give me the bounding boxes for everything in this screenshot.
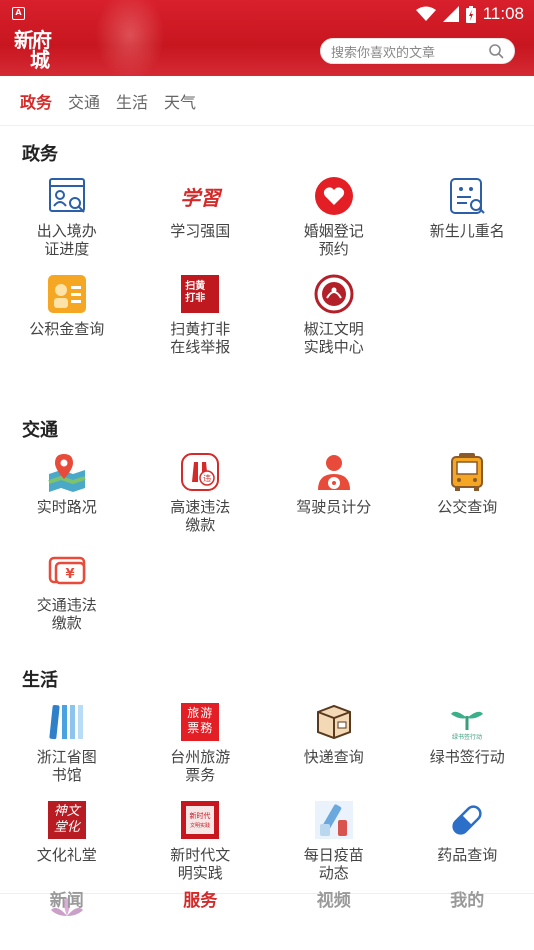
tab-shenghuo[interactable]: 生活 — [116, 89, 148, 113]
service-item-driver-score[interactable]: 驾驶员计分 — [267, 444, 401, 542]
service-label: 公交查询 — [437, 498, 498, 516]
service-label: 浙江省图 书馆 — [36, 748, 97, 784]
service-label: 新生儿重名 — [429, 222, 505, 240]
service-label: 实时路况 — [36, 498, 97, 516]
status-time: 11:08 — [482, 4, 524, 23]
package-icon — [314, 702, 354, 742]
search-placeholder: 搜索你喜欢的文章 — [331, 45, 436, 61]
service-item-vaccine[interactable]: 每日疫苗 动态 — [267, 792, 401, 890]
heart-icon — [314, 176, 354, 216]
library-icon — [47, 702, 87, 742]
culture-hall-icon: 神文 堂化 — [47, 800, 87, 840]
service-item-express[interactable]: 快递查询 — [267, 694, 401, 792]
document-search-icon — [47, 176, 87, 216]
tab-jiaotong[interactable]: 交通 — [68, 89, 100, 113]
service-label: 新时代文 明实践 — [170, 846, 231, 882]
app-header: A 11:08 新府 城 搜索你喜欢的文章 — [0, 0, 534, 76]
fund-icon — [47, 274, 87, 314]
name-search-icon — [447, 176, 487, 216]
svg-text:新时代: 新时代 — [190, 811, 211, 820]
service-label: 绿书签行动 — [429, 748, 505, 766]
svg-text:文明实践: 文明实践 — [190, 822, 210, 829]
nav-video[interactable]: 视频 — [267, 893, 401, 950]
battery-icon — [465, 5, 476, 23]
tab-zhengwu[interactable]: 政务 — [20, 89, 52, 113]
section-title: 生活 — [22, 670, 58, 691]
section-jiaotong: 交通 实时路况 违 高速违法 缴款 驾驶员计分 公交查询 ¥ 交通违法 缴款 — [0, 364, 534, 640]
section-zhengwu: 政务 出入境办 证进度 学習 学习强国 婚姻登记 预约 新生儿重名 公积金查询 … — [0, 127, 534, 364]
highway-icon: 违 — [180, 452, 220, 492]
search-icon[interactable] — [488, 43, 504, 59]
service-item-traffic-fine[interactable]: ¥ 交通违法 缴款 — [0, 542, 134, 640]
service-label: 公积金查询 — [29, 320, 105, 338]
service-item-highway[interactable]: 违 高速违法 缴款 — [134, 444, 268, 542]
service-item-report[interactable]: 扫黄 打非 扫黄打非 在线举报 — [134, 266, 268, 364]
status-bar: A 11:08 — [0, 0, 534, 28]
app-logo: 新府 城 — [14, 30, 58, 70]
tab-tianqi[interactable]: 天气 — [164, 89, 196, 113]
service-item-newborn-name[interactable]: 新生儿重名 — [401, 168, 534, 266]
service-label: 文化礼堂 — [36, 846, 97, 864]
service-label: 药品查询 — [437, 846, 498, 864]
service-item-civilization[interactable]: 椒江文明 实践中心 — [267, 266, 401, 364]
service-grid: 出入境办 证进度 学習 学习强国 婚姻登记 预约 新生儿重名 公积金查询 扫黄 … — [0, 168, 534, 364]
service-label: 扫黄打非 在线举报 — [170, 320, 231, 356]
svg-text:¥: ¥ — [65, 567, 74, 582]
new-era-icon: 新时代 文明实践 — [180, 800, 220, 840]
map-pin-icon — [47, 452, 87, 492]
xuexi-logo-icon: 学習 — [180, 185, 221, 210]
nav-mine[interactable]: 我的 — [401, 893, 534, 950]
wifi-icon — [415, 6, 436, 21]
service-grid: 实时路况 违 高速违法 缴款 驾驶员计分 公交查询 ¥ 交通违法 缴款 — [0, 444, 534, 640]
service-label: 快递查询 — [303, 748, 364, 766]
category-tabs: 政务 交通 生活 天气 — [0, 76, 534, 126]
section-shenghuo: 生活 浙江省图 书馆 旅游 票務 台州旅游 票务 快递查询 绿书签行动 绿书签行… — [0, 640, 534, 920]
svg-text:绿书签行动: 绿书签行动 — [452, 733, 482, 741]
section-title: 政务 — [22, 144, 58, 165]
vaccine-icon — [314, 800, 354, 840]
green-bookmark-icon: 绿书签行动 — [447, 702, 487, 742]
service-item-xuexi[interactable]: 学習 学习强国 — [134, 168, 268, 266]
service-item-housing-fund[interactable]: 公积金查询 — [0, 266, 134, 364]
service-item-exit-entry[interactable]: 出入境办 证进度 — [0, 168, 134, 266]
driver-icon — [314, 452, 354, 492]
service-label: 学习强国 — [170, 222, 231, 240]
service-item-green-bookmark[interactable]: 绿书签行动 绿书签行动 — [401, 694, 534, 792]
service-item-culture-hall[interactable]: 神文 堂化 文化礼堂 — [0, 792, 134, 890]
service-label: 台州旅游 票务 — [170, 748, 231, 784]
service-label: 每日疫苗 动态 — [303, 846, 364, 882]
service-item-new-era[interactable]: 新时代 文明实践 新时代文 明实践 — [134, 792, 268, 890]
nav-news[interactable]: 新闻 — [0, 893, 134, 950]
service-item-library[interactable]: 浙江省图 书馆 — [0, 694, 134, 792]
travel-ticket-icon: 旅游 票務 — [180, 702, 220, 742]
service-label: 出入境办 证进度 — [36, 222, 97, 258]
notification-icon: A — [12, 7, 25, 20]
service-item-travel-ticket[interactable]: 旅游 票務 台州旅游 票务 — [134, 694, 268, 792]
civilization-logo-icon — [314, 274, 354, 314]
signal-icon — [442, 6, 459, 22]
svg-text:违: 违 — [203, 474, 211, 483]
service-label: 驾驶员计分 — [296, 498, 372, 516]
service-label: 交通违法 缴款 — [36, 596, 97, 632]
service-grid: 浙江省图 书馆 旅游 票務 台州旅游 票务 快递查询 绿书签行动 绿书签行动 神… — [0, 694, 534, 920]
payment-icon: ¥ — [47, 550, 87, 590]
report-icon: 扫黄 打非 — [180, 274, 220, 314]
nav-service[interactable]: 服务 — [134, 893, 268, 950]
service-item-medicine[interactable]: 药品查询 — [401, 792, 534, 890]
service-item-traffic[interactable]: 实时路况 — [0, 444, 134, 542]
logo-line-1: 新府 — [14, 28, 52, 52]
search-input[interactable]: 搜索你喜欢的文章 — [320, 38, 515, 64]
service-content: 政务 出入境办 证进度 学習 学习强国 婚姻登记 预约 新生儿重名 公积金查询 … — [0, 127, 534, 920]
service-label: 高速违法 缴款 — [170, 498, 231, 534]
service-label: 椒江文明 实践中心 — [303, 320, 364, 356]
bus-icon — [447, 452, 487, 492]
service-item-bus[interactable]: 公交查询 — [401, 444, 534, 542]
section-title: 交通 — [22, 420, 58, 441]
bottom-navigation: 新闻 服务 视频 我的 — [0, 893, 534, 950]
service-item-marriage[interactable]: 婚姻登记 预约 — [267, 168, 401, 266]
logo-line-2: 城 — [30, 48, 50, 72]
service-label: 婚姻登记 预约 — [303, 222, 364, 258]
pill-icon — [447, 800, 487, 840]
